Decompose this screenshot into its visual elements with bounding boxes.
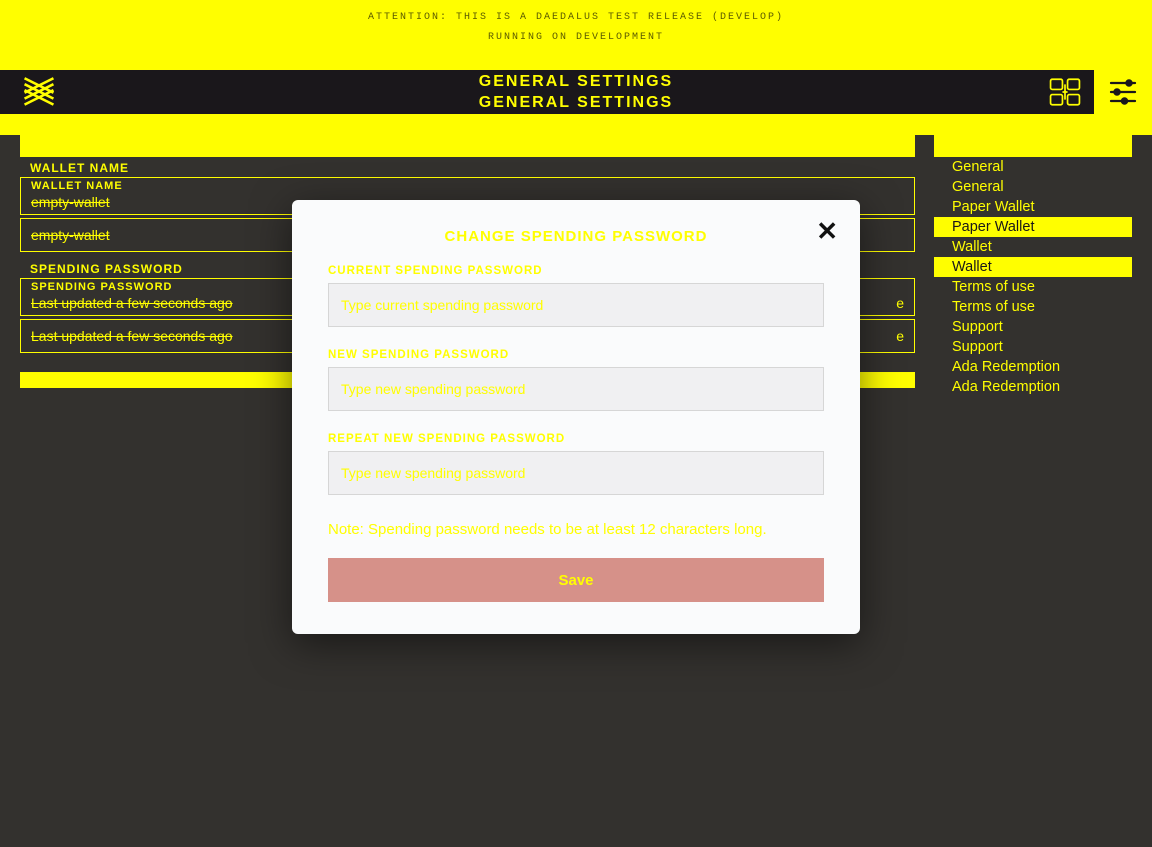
nav-settings-icon[interactable] — [1094, 70, 1152, 114]
spending-suffix-2: e — [896, 328, 904, 344]
sidebar-item-general[interactable]: General — [934, 157, 1132, 177]
close-icon[interactable]: ✕ — [816, 222, 838, 240]
sidebar-top-block — [934, 135, 1132, 157]
spending-suffix-1: e — [896, 295, 904, 311]
sidebar-item-paper-wallet[interactable]: Paper Wallet — [934, 217, 1132, 237]
content-top-block — [20, 135, 915, 157]
page-title-1: GENERAL SETTINGS — [0, 72, 1152, 92]
sidebar-item-wallet[interactable]: Wallet — [934, 257, 1132, 277]
dialog-title: CHANGE SPENDING PASSWORD — [328, 228, 824, 245]
sidebar-item-ada-redemption[interactable]: Ada Redemption — [934, 377, 1132, 397]
banner-line-1: ATTENTION: THIS IS A DAEDALUS TEST RELEA… — [0, 8, 1152, 28]
sidebar-item-support[interactable]: Support — [934, 337, 1132, 357]
current-password-input[interactable] — [328, 283, 824, 327]
sidebar-item-support[interactable]: Support — [934, 317, 1132, 337]
page-title-2: GENERAL SETTINGS — [0, 93, 1152, 113]
new-password-label: NEW SPENDING PASSWORD — [328, 349, 824, 361]
wallet-name-value: empty-wallet — [31, 194, 110, 210]
banner-line-2: RUNNING ON DEVELOPMENT — [0, 28, 1152, 48]
new-password-input[interactable] — [328, 367, 824, 411]
password-note: Note: Spending password needs to be at l… — [328, 521, 824, 538]
wallet-name-caption: WALLET NAME — [20, 157, 915, 175]
spending-password-caption-inner: SPENDING PASSWORD — [31, 281, 172, 293]
settings-sidebar: General General Paper Wallet Paper Walle… — [934, 135, 1132, 397]
nav-bar: GENERAL SETTINGS GENERAL SETTINGS — [0, 70, 1152, 114]
spending-password-updated: Last updated a few seconds ago — [31, 295, 233, 311]
sidebar-item-wallet[interactable]: Wallet — [934, 237, 1132, 257]
page-title-stack: GENERAL SETTINGS GENERAL SETTINGS — [0, 71, 1152, 113]
app-logo-icon[interactable] — [22, 74, 56, 108]
sidebar-item-terms[interactable]: Terms of use — [934, 297, 1132, 317]
yellow-divider — [0, 114, 1152, 135]
wallet-name-caption-inner: WALLET NAME — [31, 180, 123, 192]
save-button[interactable]: Save — [328, 558, 824, 602]
wallet-name-value-2: empty-wallet — [31, 227, 110, 243]
sidebar-item-general[interactable]: General — [934, 177, 1132, 197]
nav-wallets-icon[interactable] — [1036, 70, 1094, 114]
change-password-dialog: CHANGE SPENDING PASSWORD ✕ CURRENT SPEND… — [292, 200, 860, 634]
sidebar-item-paper-wallet[interactable]: Paper Wallet — [934, 197, 1132, 217]
current-password-label: CURRENT SPENDING PASSWORD — [328, 265, 824, 277]
repeat-password-label: REPEAT NEW SPENDING PASSWORD — [328, 433, 824, 445]
repeat-password-input[interactable] — [328, 451, 824, 495]
sidebar-item-terms[interactable]: Terms of use — [934, 277, 1132, 297]
test-release-banner: ATTENTION: THIS IS A DAEDALUS TEST RELEA… — [0, 0, 1152, 70]
sidebar-item-ada-redemption[interactable]: Ada Redemption — [934, 357, 1132, 377]
spending-password-updated-2: Last updated a few seconds ago — [31, 328, 233, 344]
